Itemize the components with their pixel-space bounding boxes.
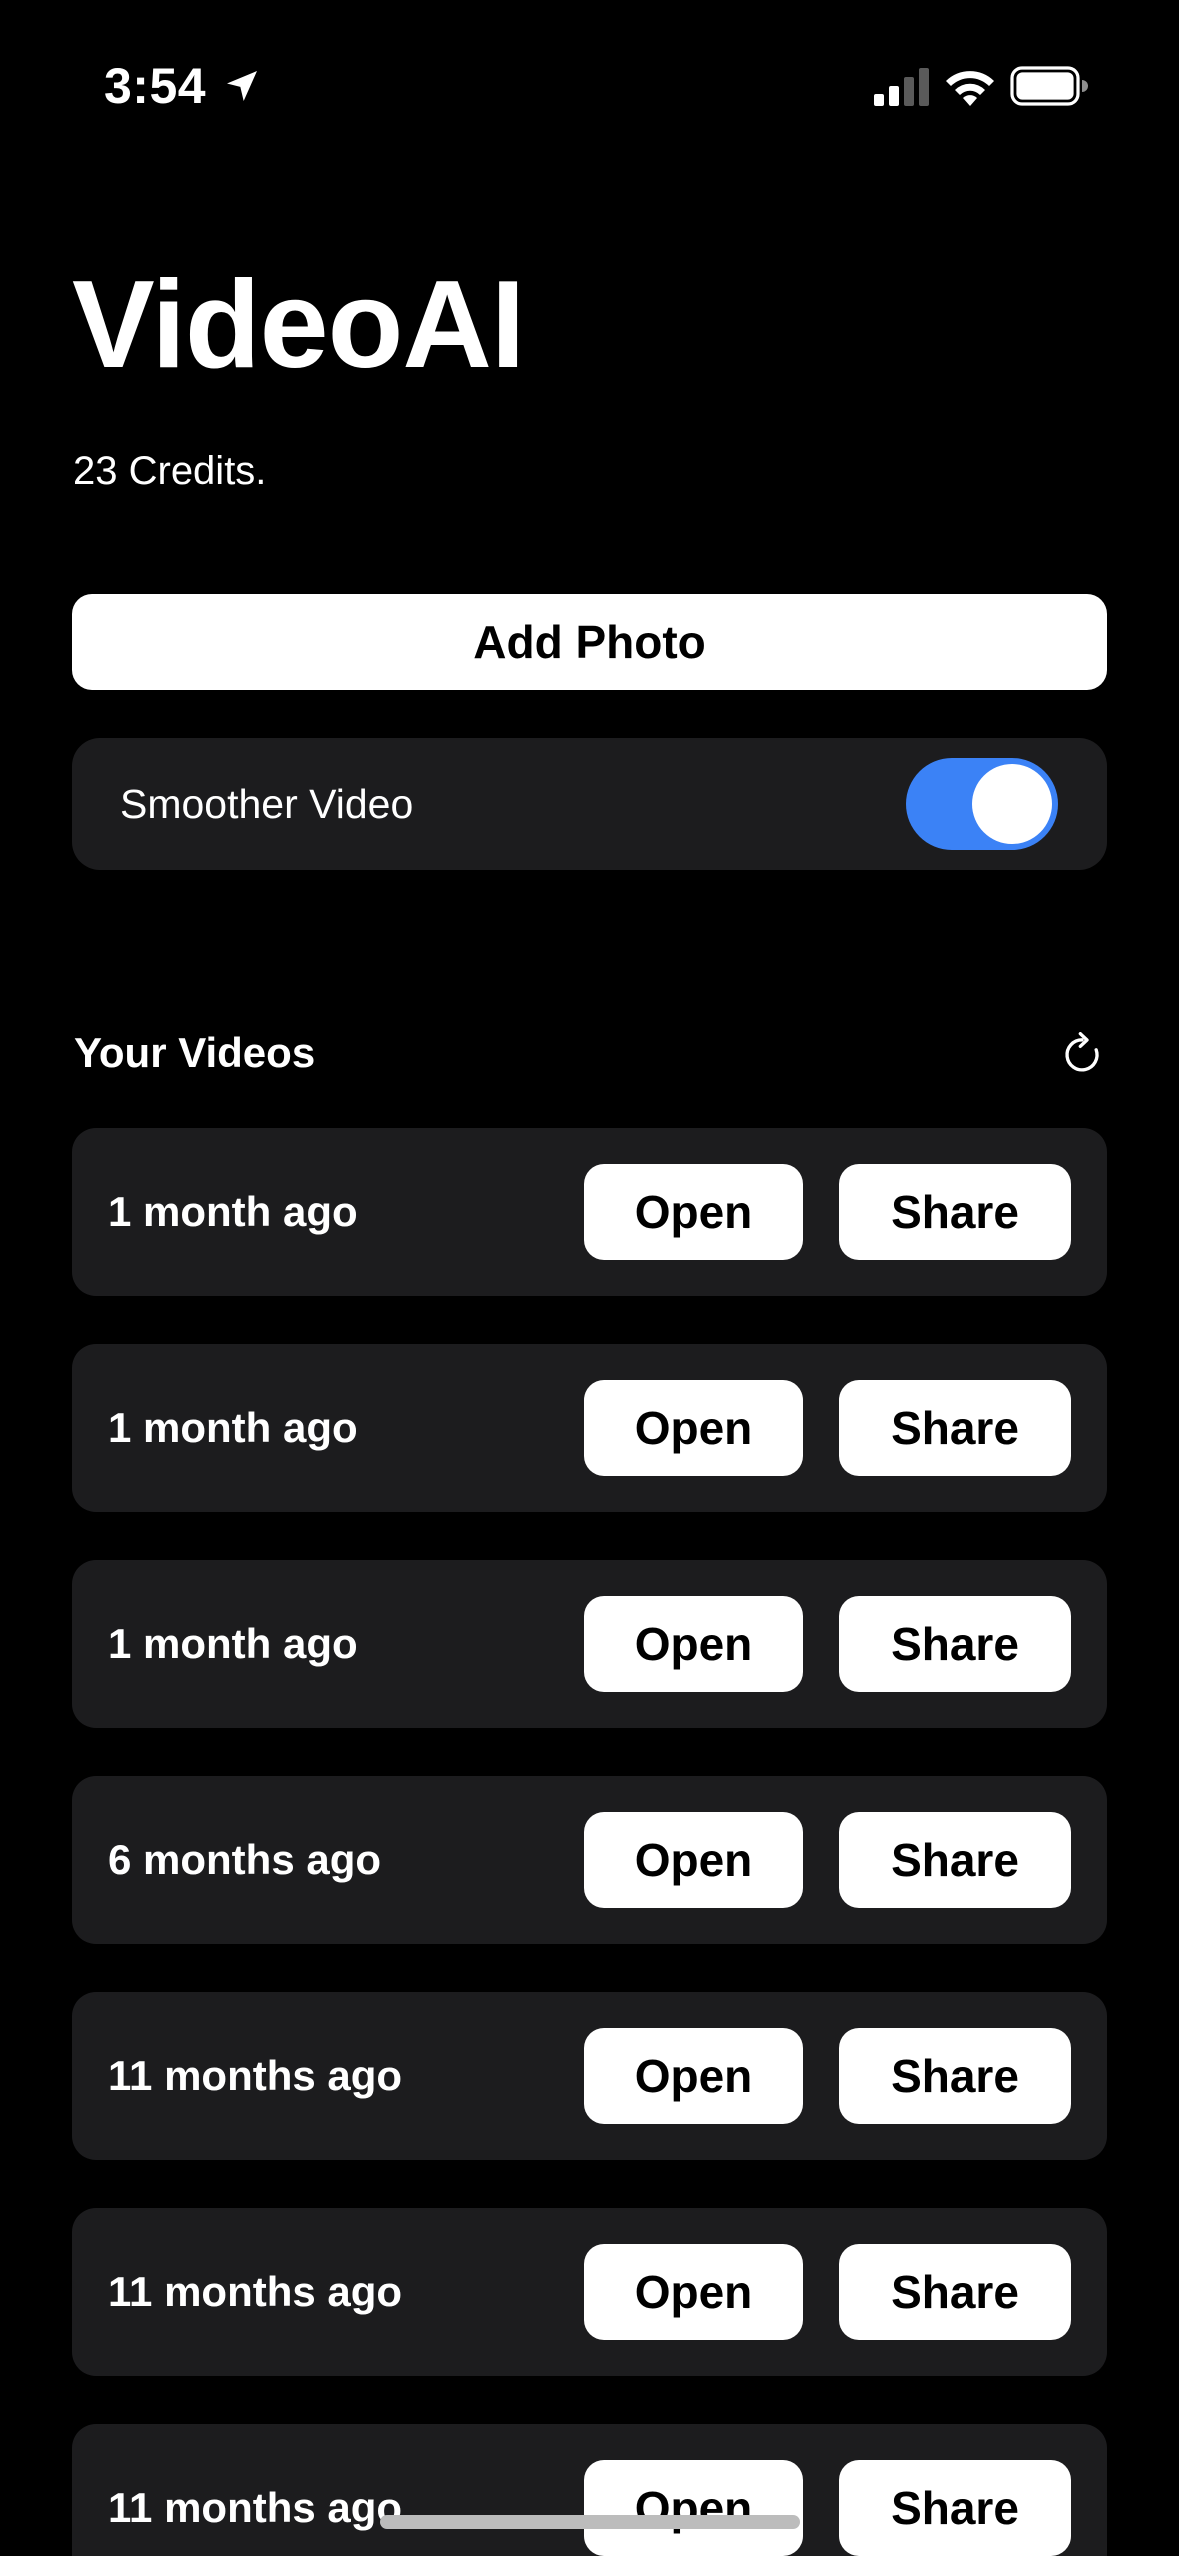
video-row: 11 months ago Open Share [72,2424,1107,2556]
share-button[interactable]: Share [839,1812,1071,1908]
video-date: 11 months ago [108,2268,403,2315]
share-button[interactable]: Share [839,2460,1071,2556]
share-button[interactable]: Share [839,2244,1071,2340]
battery-icon [1010,66,1088,106]
status-time: 3:54 [104,58,207,114]
share-button[interactable]: Share [839,1164,1071,1260]
video-row: 1 month ago Open Share [72,1128,1107,1296]
open-button[interactable]: Open [584,2028,803,2124]
open-button[interactable]: Open [584,1596,803,1692]
app-screen: 3:54 VideoAI 23 Credits. Add Photo Smoot… [0,0,1179,2556]
smoother-video-label: Smoother Video [120,780,414,827]
home-indicator[interactable] [380,2515,800,2529]
status-bar: 3:54 [0,0,1179,150]
video-row: 11 months ago Open Share [72,1992,1107,2160]
video-row: 1 month ago Open Share [72,1560,1107,1728]
video-row: 11 months ago Open Share [72,2208,1107,2376]
open-button[interactable]: Open [584,1380,803,1476]
share-button[interactable]: Share [839,1596,1071,1692]
video-date: 1 month ago [108,1620,358,1667]
page-title: VideoAI [72,256,525,394]
cellular-signal-icon [874,68,929,106]
smoother-video-row: Smoother Video [72,738,1107,870]
smoother-video-toggle[interactable] [906,758,1058,850]
video-date: 1 month ago [108,1188,358,1235]
open-button[interactable]: Open [584,2460,803,2556]
video-date: 1 month ago [108,1404,358,1451]
location-arrow-icon [227,71,257,101]
share-button[interactable]: Share [839,1380,1071,1476]
wifi-icon [946,71,994,106]
video-row: 1 month ago Open Share [72,1344,1107,1512]
toggle-knob [972,764,1052,844]
video-row: 6 months ago Open Share [72,1776,1107,1944]
share-button[interactable]: Share [839,2028,1071,2124]
video-date: 6 months ago [108,1836,382,1883]
video-date: 11 months ago [108,2052,403,2099]
refresh-icon[interactable] [1062,1032,1102,1076]
your-videos-heading: Your Videos [74,1029,316,1076]
credits-count: 23 Credits. [73,449,267,493]
open-button[interactable]: Open [584,1812,803,1908]
video-date: 11 months ago [108,2484,403,2531]
open-button[interactable]: Open [584,1164,803,1260]
add-photo-button[interactable]: Add Photo [72,594,1107,690]
open-button[interactable]: Open [584,2244,803,2340]
